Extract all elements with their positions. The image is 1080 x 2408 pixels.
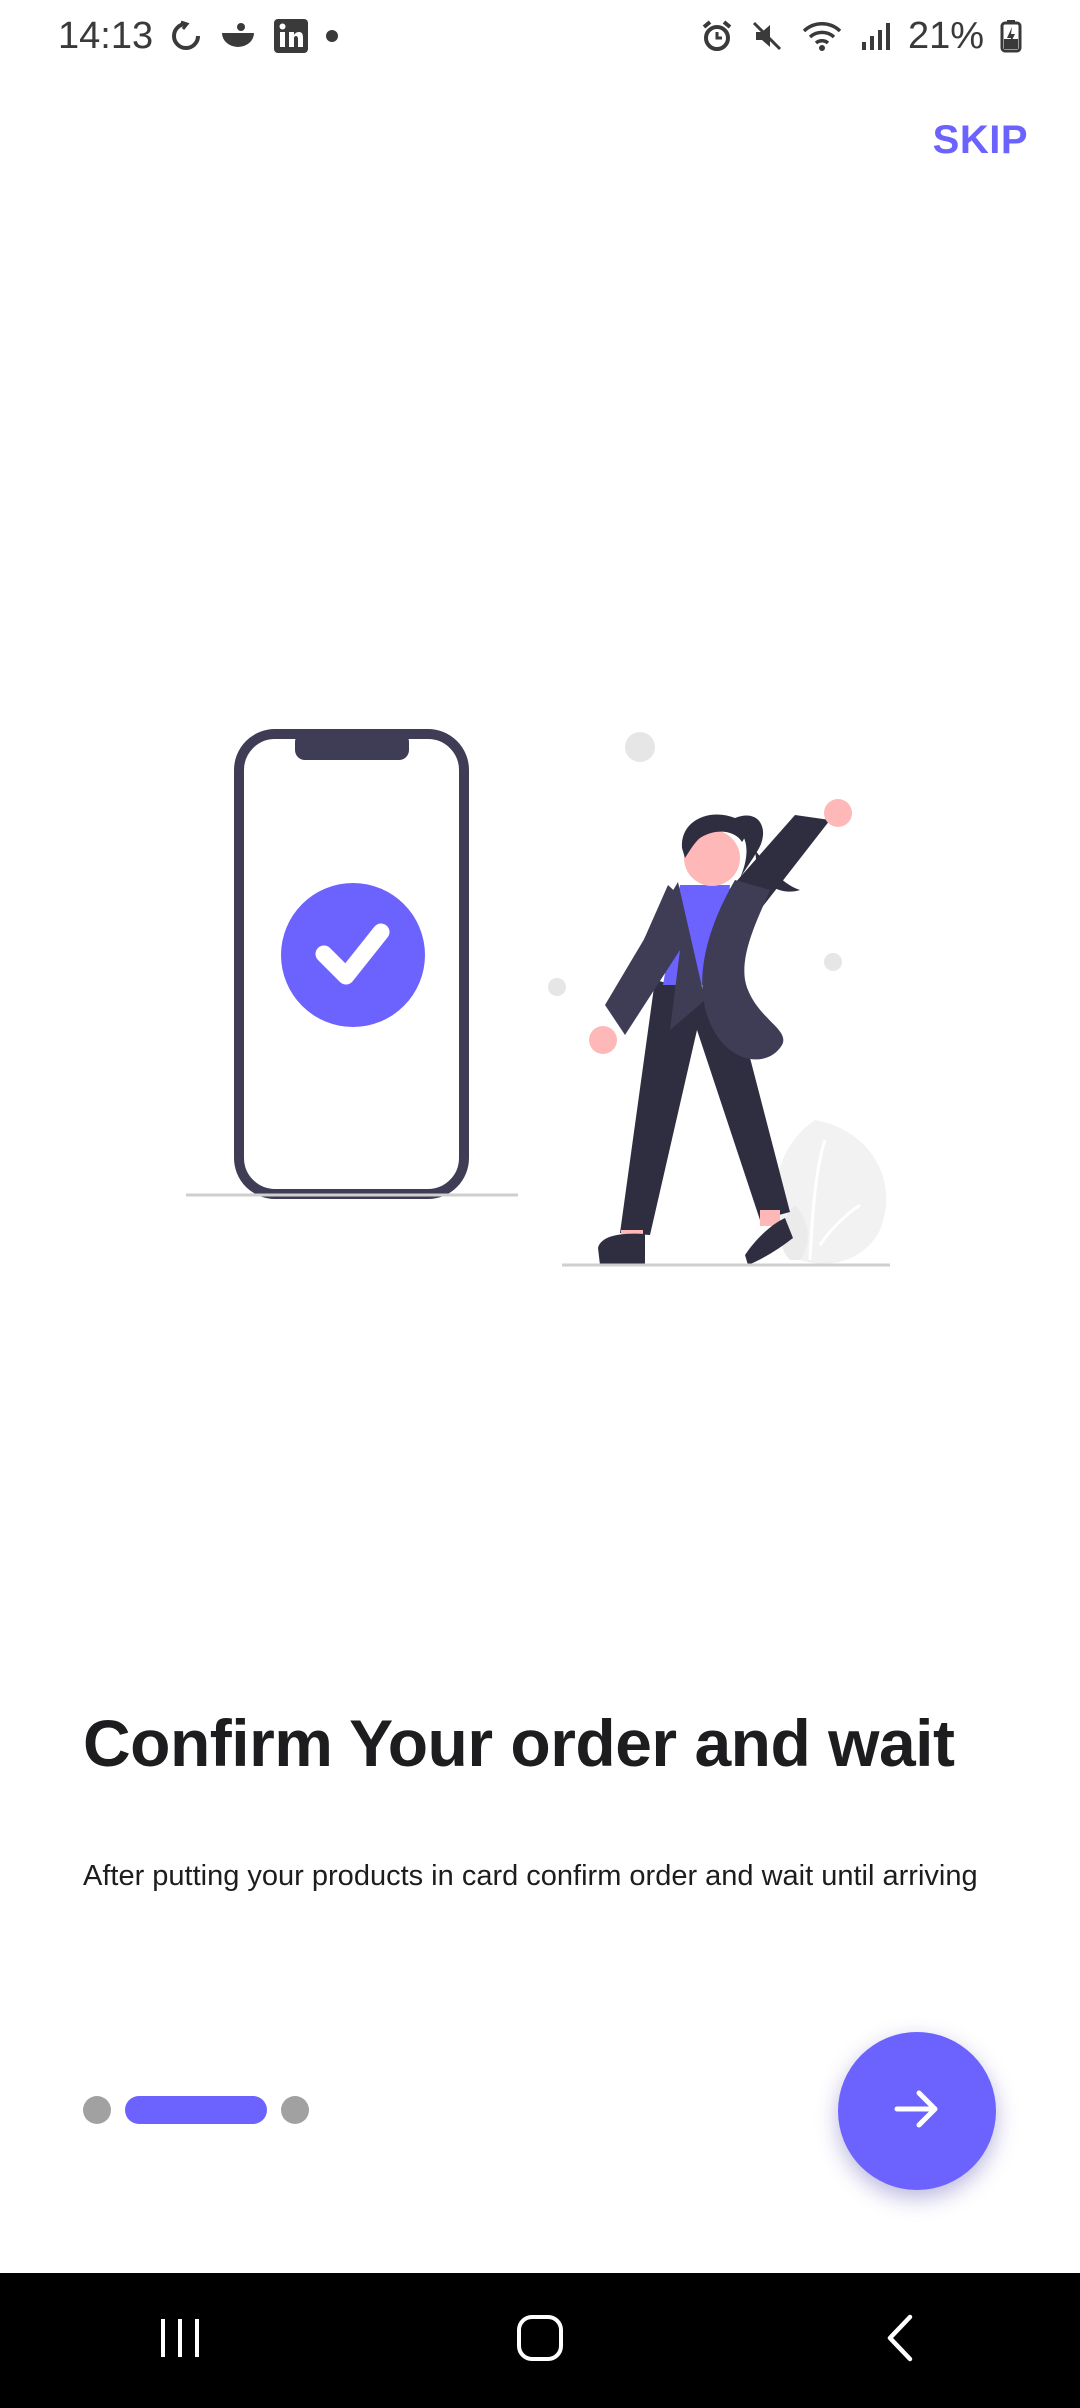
- signal-icon: [860, 20, 892, 52]
- alarm-icon: [700, 19, 734, 53]
- status-right: 21%: [700, 15, 1022, 58]
- onboarding-illustration: [186, 729, 890, 1267]
- home-icon: [515, 2313, 565, 2368]
- back-icon: [880, 2313, 920, 2368]
- next-button[interactable]: [838, 2032, 996, 2190]
- home-button[interactable]: [480, 2291, 600, 2391]
- page-indicator: [83, 2096, 309, 2124]
- wifi-icon: [800, 19, 844, 53]
- mute-icon: [750, 19, 784, 53]
- linkedin-icon: [273, 18, 309, 54]
- battery-percent: 21%: [907, 14, 984, 57]
- page-dot-2-active: [125, 2096, 267, 2124]
- skip-button[interactable]: SKIP: [933, 118, 1028, 163]
- plant-illustration: [774, 1120, 887, 1264]
- battery-charging-icon: [1000, 19, 1022, 53]
- page-dot-3: [281, 2096, 309, 2124]
- notification-dot-icon: [325, 29, 339, 43]
- food-app-icon: [219, 19, 257, 53]
- phone-illustration: [234, 729, 469, 1199]
- clock: 14:13: [58, 14, 154, 57]
- status-bar: 14:13 21%: [0, 0, 1080, 72]
- status-left: 14:13: [58, 15, 339, 58]
- page-dot-1: [83, 2096, 111, 2124]
- back-button[interactable]: [840, 2291, 960, 2391]
- sync-icon: [169, 19, 203, 53]
- arrow-right-icon: [889, 2081, 945, 2142]
- onboarding-subtitle: After putting your products in card conf…: [83, 1860, 978, 1892]
- recents-button[interactable]: [120, 2291, 240, 2391]
- system-nav-bar: [0, 2273, 1080, 2408]
- onboarding-title: Confirm Your order and wait: [83, 1706, 955, 1780]
- recents-icon: [155, 2315, 205, 2366]
